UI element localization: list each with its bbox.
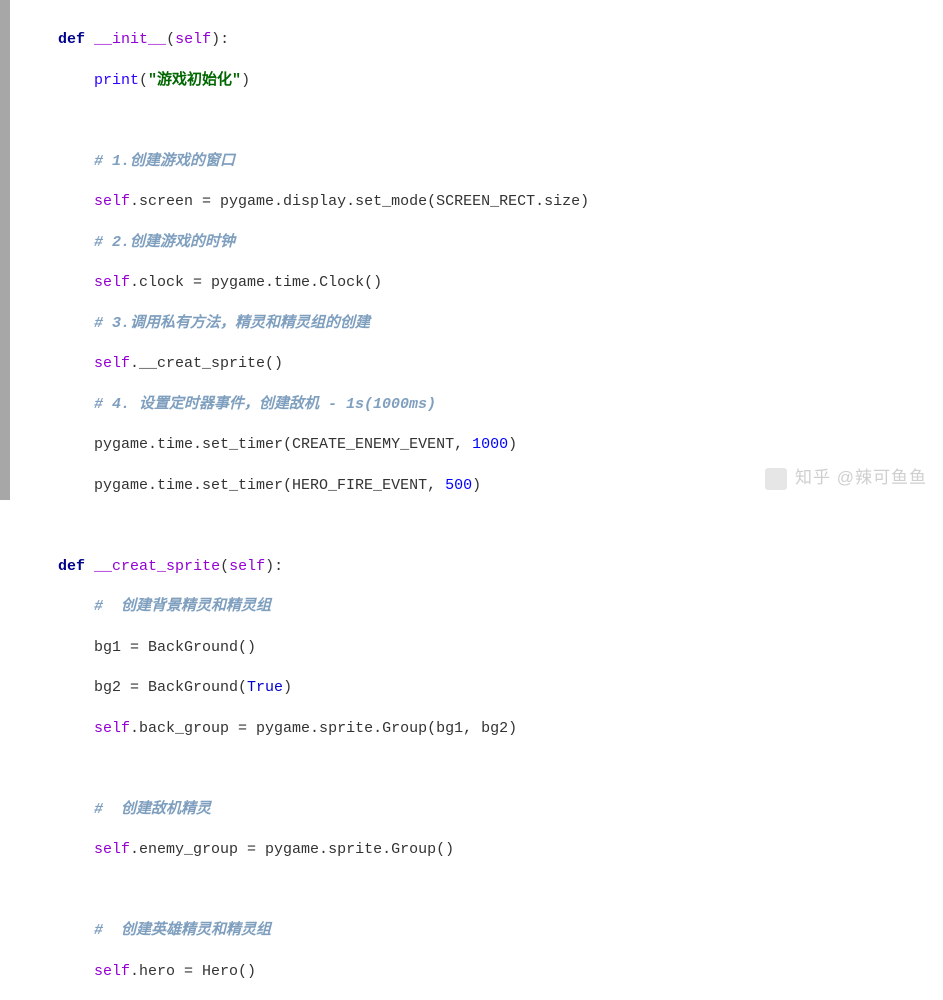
code-text: ) bbox=[472, 477, 481, 494]
comment: # 1.创建游戏的窗口 bbox=[94, 153, 235, 170]
comment: # 创建英雄精灵和精灵组 bbox=[94, 922, 271, 939]
code-text: ) bbox=[283, 679, 292, 696]
bool-literal: True bbox=[247, 679, 283, 696]
self-ref: self bbox=[94, 841, 130, 858]
code-text: pygame.time.set_timer(CREATE_ENEMY_EVENT… bbox=[94, 436, 472, 453]
zhihu-logo-icon bbox=[765, 468, 787, 490]
comment: # 2.创建游戏的时钟 bbox=[94, 234, 235, 251]
code-text: pygame.time.set_timer(HERO_FIRE_EVENT, bbox=[94, 477, 445, 494]
blank-line bbox=[22, 111, 943, 131]
code-text: .enemy_group = pygame.sprite.Group() bbox=[130, 841, 454, 858]
code-line: bg2 = BackGround(True) bbox=[22, 678, 943, 698]
watermark: 知乎 @辣可鱼鱼 bbox=[765, 467, 927, 490]
code-text: Clock() bbox=[319, 274, 382, 291]
code-text: .hero = Hero() bbox=[130, 963, 256, 980]
blank-line bbox=[22, 759, 943, 779]
blank-line bbox=[22, 881, 943, 901]
code-text: .__creat_sprite() bbox=[130, 355, 283, 372]
code-line: print("游戏初始化") bbox=[22, 71, 943, 91]
keyword-def: def bbox=[58, 558, 85, 575]
code-line: bg1 = BackGround() bbox=[22, 638, 943, 658]
code-line: # 4. 设置定时器事件，创建敌机 - 1s(1000ms) bbox=[22, 395, 943, 415]
code-text: .clock = pygame.time. bbox=[130, 274, 319, 291]
code-line: self.back_group = pygame.sprite.Group(bg… bbox=[22, 719, 943, 739]
number-literal: 500 bbox=[445, 477, 472, 494]
code-text: bg1 = BackGround() bbox=[94, 639, 256, 656]
code-line: # 创建敌机精灵 bbox=[22, 800, 943, 820]
code-text: .back_group = pygame.sprite.Group(bg1, b… bbox=[130, 720, 517, 737]
self-ref: self bbox=[94, 963, 130, 980]
code-line: self.screen = pygame.display.set_mode(SC… bbox=[22, 192, 943, 212]
method-name: __init__ bbox=[94, 31, 166, 48]
param-self: self bbox=[229, 558, 265, 575]
code-line: # 3.调用私有方法，精灵和精灵组的创建 bbox=[22, 314, 943, 334]
code-line: def __init__(self): bbox=[22, 30, 943, 50]
code-line: # 创建英雄精灵和精灵组 bbox=[22, 921, 943, 941]
self-ref: self bbox=[94, 355, 130, 372]
code-line: self.__creat_sprite() bbox=[22, 354, 943, 374]
gutter bbox=[0, 0, 10, 500]
comment: # 3.调用私有方法，精灵和精灵组的创建 bbox=[94, 315, 370, 332]
code-text: bg2 = BackGround( bbox=[94, 679, 247, 696]
code-text: .screen = pygame.display.set_mode(SCREEN… bbox=[130, 193, 589, 210]
code-line: self.clock = pygame.time.Clock() bbox=[22, 273, 943, 293]
comment: # 创建敌机精灵 bbox=[94, 801, 211, 818]
code-text: ) bbox=[508, 436, 517, 453]
code-line: pygame.time.set_timer(CREATE_ENEMY_EVENT… bbox=[22, 435, 943, 455]
comment: # 4. 设置定时器事件，创建敌机 - 1s(1000ms) bbox=[94, 396, 436, 413]
blank-line bbox=[22, 516, 943, 536]
code-line: self.enemy_group = pygame.sprite.Group() bbox=[22, 840, 943, 860]
code-line: # 创建背景精灵和精灵组 bbox=[22, 597, 943, 617]
self-ref: self bbox=[94, 274, 130, 291]
code-line: self.hero = Hero() bbox=[22, 962, 943, 982]
code-line: def __creat_sprite(self): bbox=[22, 557, 943, 577]
self-ref: self bbox=[94, 720, 130, 737]
call-print: print bbox=[94, 72, 139, 89]
param-self: self bbox=[175, 31, 211, 48]
self-ref: self bbox=[94, 193, 130, 210]
code-line: # 1.创建游戏的窗口 bbox=[22, 152, 943, 172]
watermark-text: 知乎 @辣可鱼鱼 bbox=[795, 467, 927, 490]
comment: # 创建背景精灵和精灵组 bbox=[94, 598, 271, 615]
code-block: def __init__(self): print("游戏初始化") # 1.创… bbox=[0, 0, 943, 1000]
number-literal: 1000 bbox=[472, 436, 508, 453]
method-name: __creat_sprite bbox=[94, 558, 220, 575]
code-line: # 2.创建游戏的时钟 bbox=[22, 233, 943, 253]
keyword-def: def bbox=[58, 31, 85, 48]
string-literal: "游戏初始化" bbox=[148, 72, 241, 89]
